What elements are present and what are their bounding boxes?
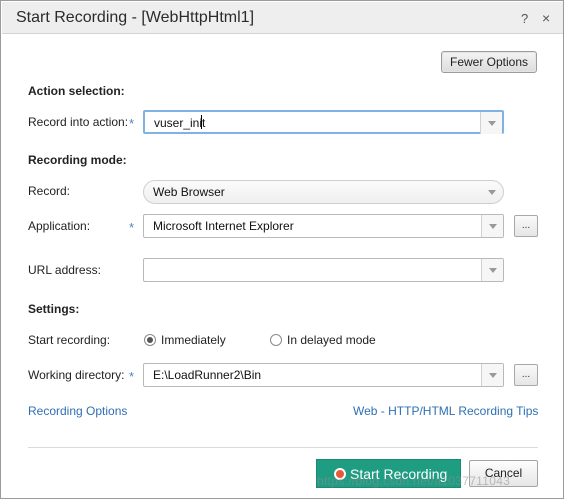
chevron-down-icon: [488, 190, 496, 195]
chevron-down-icon: [489, 373, 497, 378]
start-recording-dialog: Start Recording - [WebHttpHtml1] ? × Few…: [0, 0, 564, 499]
application-label: Application:: [28, 219, 91, 233]
url-address-combo[interactable]: [143, 258, 504, 282]
cancel-button[interactable]: Cancel: [469, 460, 538, 487]
record-mode-select[interactable]: Web Browser: [143, 180, 504, 204]
settings-heading: Settings:: [28, 302, 80, 316]
record-icon: [334, 468, 346, 480]
working-directory-dropdown-button[interactable]: [481, 364, 503, 386]
record-into-action-value[interactable]: vuser_init: [154, 116, 205, 130]
required-marker: *: [129, 369, 135, 384]
chevron-down-icon: [489, 268, 497, 273]
application-dropdown-button[interactable]: [481, 215, 503, 237]
application-value[interactable]: Microsoft Internet Explorer: [153, 219, 294, 233]
dialog-title: Start Recording - [WebHttpHtml1]: [16, 9, 255, 26]
record-into-action-combo[interactable]: vuser_init: [143, 110, 504, 134]
application-combo[interactable]: Microsoft Internet Explorer: [143, 214, 504, 238]
recording-tips-link[interactable]: Web - HTTP/HTML Recording Tips: [353, 404, 538, 418]
delayed-mode-radio[interactable]: [270, 334, 282, 346]
record-mode-dropdown-button[interactable]: [481, 181, 503, 203]
required-marker: *: [129, 220, 135, 235]
working-directory-label: Working directory:: [28, 368, 125, 382]
required-marker: *: [129, 116, 135, 131]
url-address-label: URL address:: [28, 263, 101, 277]
start-recording-button[interactable]: Start Recording: [316, 459, 461, 488]
fewer-options-button[interactable]: Fewer Options: [441, 51, 537, 73]
help-icon[interactable]: ?: [521, 11, 528, 26]
footer-divider: [28, 447, 538, 448]
record-into-action-dropdown-button[interactable]: [480, 112, 502, 134]
immediately-label[interactable]: Immediately: [161, 333, 226, 347]
immediately-radio[interactable]: [144, 334, 156, 346]
title-bar: Start Recording - [WebHttpHtml1] ? ×: [2, 2, 563, 34]
action-selection-heading: Action selection:: [28, 84, 125, 98]
working-directory-combo[interactable]: E:\LoadRunner2\Bin: [143, 363, 504, 387]
start-recording-label: Start recording:: [28, 333, 111, 347]
recording-options-link[interactable]: Recording Options: [28, 404, 127, 418]
start-recording-label: Start Recording: [350, 466, 448, 482]
record-label: Record:: [28, 184, 71, 198]
browse-working-directory-button[interactable]: ...: [514, 364, 538, 386]
browse-application-button[interactable]: ...: [514, 215, 538, 237]
text-caret: [201, 115, 202, 129]
delayed-mode-label[interactable]: In delayed mode: [287, 333, 376, 347]
working-directory-value[interactable]: E:\LoadRunner2\Bin: [153, 368, 261, 382]
record-mode-value[interactable]: Web Browser: [153, 185, 225, 199]
record-into-action-label: Record into action:: [28, 115, 129, 129]
chevron-down-icon: [488, 121, 496, 126]
close-icon[interactable]: ×: [542, 10, 550, 26]
recording-mode-heading: Recording mode:: [28, 153, 127, 167]
url-address-dropdown-button[interactable]: [481, 259, 503, 281]
chevron-down-icon: [489, 224, 497, 229]
